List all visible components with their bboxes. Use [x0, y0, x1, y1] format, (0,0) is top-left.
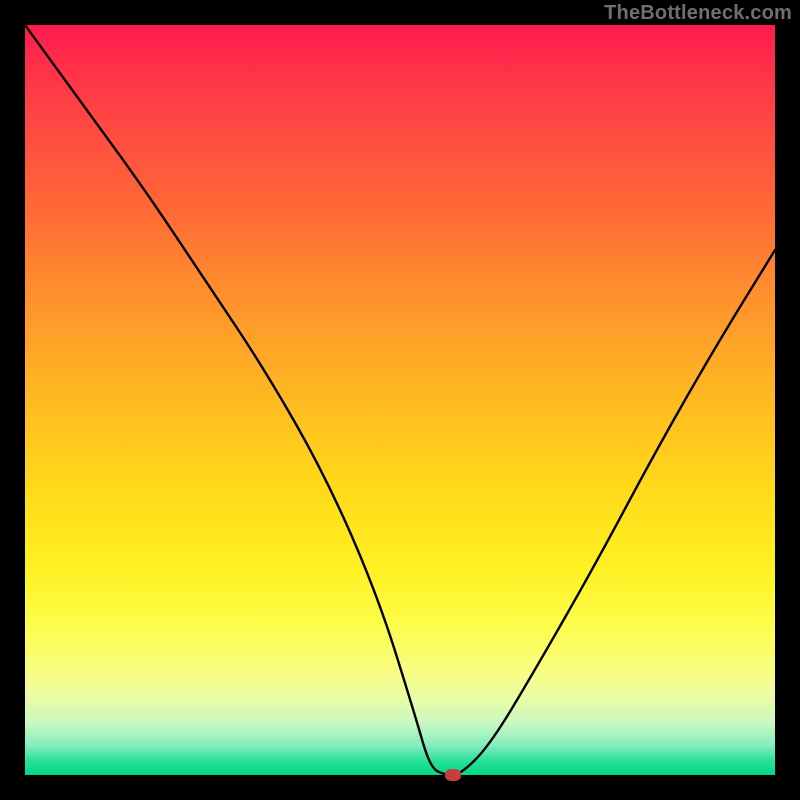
plot-area: [25, 25, 775, 775]
ideal-point-marker: [445, 769, 461, 781]
site-brand: TheBottleneck.com: [604, 2, 792, 25]
bottleneck-curve: [25, 25, 775, 775]
chart-frame: TheBottleneck.com: [0, 0, 800, 800]
